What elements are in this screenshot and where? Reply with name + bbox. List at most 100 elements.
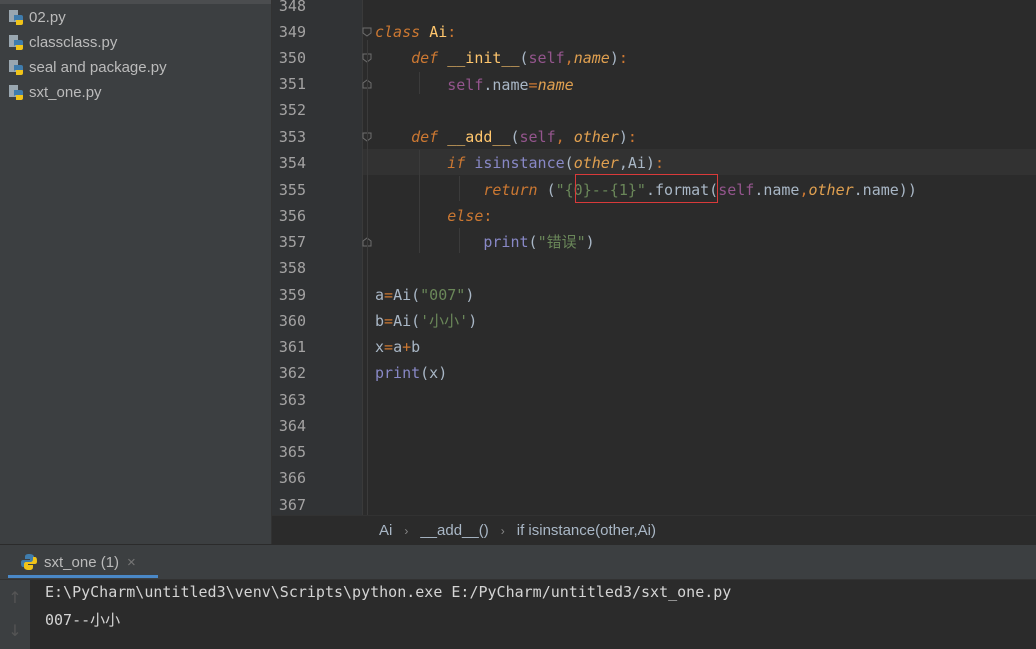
code-line-353[interactable]: def __add__(self, other): [375,124,637,150]
punctuation: , [799,181,809,199]
file-name: 02.py [29,8,66,26]
run-tool-window: sxt_one (1) × ↑ ↓ E:\PyCharm\untitled3\v… [0,545,1036,649]
parameter: name [537,76,574,94]
keyword: if [447,154,466,172]
punctuation: : [447,23,457,41]
variable: a [393,338,403,356]
parameter: other [573,154,619,172]
line-number: 351 [278,75,306,93]
code-line-360[interactable]: b=Ai('小小') [375,308,477,334]
python-file-icon [8,59,24,75]
code-line-361[interactable]: x=a+b [375,334,420,360]
line-number: 349 [278,23,306,41]
class-name: Ai [429,23,448,41]
line-number: 360 [278,312,306,330]
keyword: def [411,128,439,146]
keyword: def [411,49,439,67]
line-number: 355 [278,181,306,199]
punctuation: ( [537,181,556,199]
code-line-351[interactable]: self.name=name [375,72,574,98]
code-line-357[interactable]: print("错误") [375,229,595,255]
line-number: 359 [278,286,306,304]
python-file-icon [8,34,24,50]
string-literal: "007" [420,286,466,304]
line-number: 367 [278,496,306,514]
breadcrumb: Ai › __add__() › if isinstance(other,Ai) [272,515,1036,545]
variable: a [375,286,385,304]
punctuation: ) [618,128,628,146]
file-item-sxt-one[interactable]: sxt_one.py [8,80,102,104]
punctuation: ( [510,128,520,146]
punctuation: ) [465,286,475,304]
console-command-line: E:\PyCharm\untitled3\venv\Scripts\python… [45,583,732,601]
file-name: seal and package.py [29,58,167,76]
self-keyword: self [528,49,565,67]
class-ref: Ai [393,312,412,330]
string-literal: '小小' [420,312,469,330]
arrow-up-icon[interactable]: ↑ [6,589,24,607]
line-number: 364 [278,417,306,435]
python-icon [20,553,38,571]
run-tab[interactable]: sxt_one (1) × [8,545,158,579]
punctuation: , [555,128,574,146]
operator: = [384,286,394,304]
breadcrumb-item[interactable]: __add__() [420,522,488,539]
project-sidebar: 02.py classclass.py seal and package.py … [0,0,272,544]
code-line-349[interactable]: class Ai: [375,19,456,45]
line-number: 350 [278,49,306,67]
punctuation: ) [585,233,595,251]
close-icon[interactable]: × [127,554,136,571]
run-toolbar: ↑ ↓ [0,580,30,649]
code-line-362[interactable]: print(x) [375,360,447,386]
code-line-359[interactable]: a=Ai("007") [375,282,474,308]
operator: = [384,338,394,356]
builtin-function: print [375,364,421,382]
parameter: other [573,128,619,146]
self-keyword: self [447,76,484,94]
function-name: __init__ [447,49,520,67]
punctuation: ( [564,154,574,172]
line-number: 366 [278,469,306,487]
punctuation: , [564,49,574,67]
indent-guide [367,40,368,515]
punctuation: ( [411,312,421,330]
fold-collapse-icon[interactable] [362,27,372,37]
arrow-down-icon[interactable]: ↓ [6,622,24,640]
punctuation: ( [528,233,538,251]
file-name: sxt_one.py [29,83,102,101]
breadcrumb-item[interactable]: Ai [379,522,392,539]
line-number: 353 [278,128,306,146]
line-number: 352 [278,101,306,119]
attribute: .name [483,76,529,94]
file-item-02[interactable]: 02.py [8,5,66,29]
python-file-icon [8,9,24,25]
self-keyword: self [718,181,755,199]
python-file-icon [8,84,24,100]
file-name: classclass.py [29,33,118,51]
keyword: else [447,207,484,225]
line-number: 362 [278,364,306,382]
punctuation: : [627,128,637,146]
line-number: 363 [278,391,306,409]
code-line-350[interactable]: def __init__(self,name): [375,45,628,71]
operator: = [384,312,394,330]
punctuation: ( [519,49,529,67]
code-line-356[interactable]: else: [375,203,492,229]
punctuation: : [618,49,628,67]
parameter: name [573,49,610,67]
chevron-right-icon: › [500,523,505,538]
file-item-classclass[interactable]: classclass.py [8,30,117,54]
console-output-line: 007--小小 [45,611,121,629]
code-editor[interactable]: 348 349 350 351 352 353 354 355 356 357 … [272,0,1036,515]
builtin-function: isinstance [474,154,565,172]
attribute: .name [754,181,800,199]
breadcrumb-item[interactable]: if isinstance(other,Ai) [517,522,656,539]
chevron-right-icon: › [404,523,409,538]
code-line-354[interactable]: if isinstance(other,Ai): [375,150,664,176]
run-tab-label: sxt_one (1) [44,553,120,571]
line-number: 365 [278,443,306,461]
punctuation: ) [468,312,478,330]
file-item-seal-and-package[interactable]: seal and package.py [8,55,167,79]
punctuation: : [483,207,493,225]
variable: x [375,338,385,356]
